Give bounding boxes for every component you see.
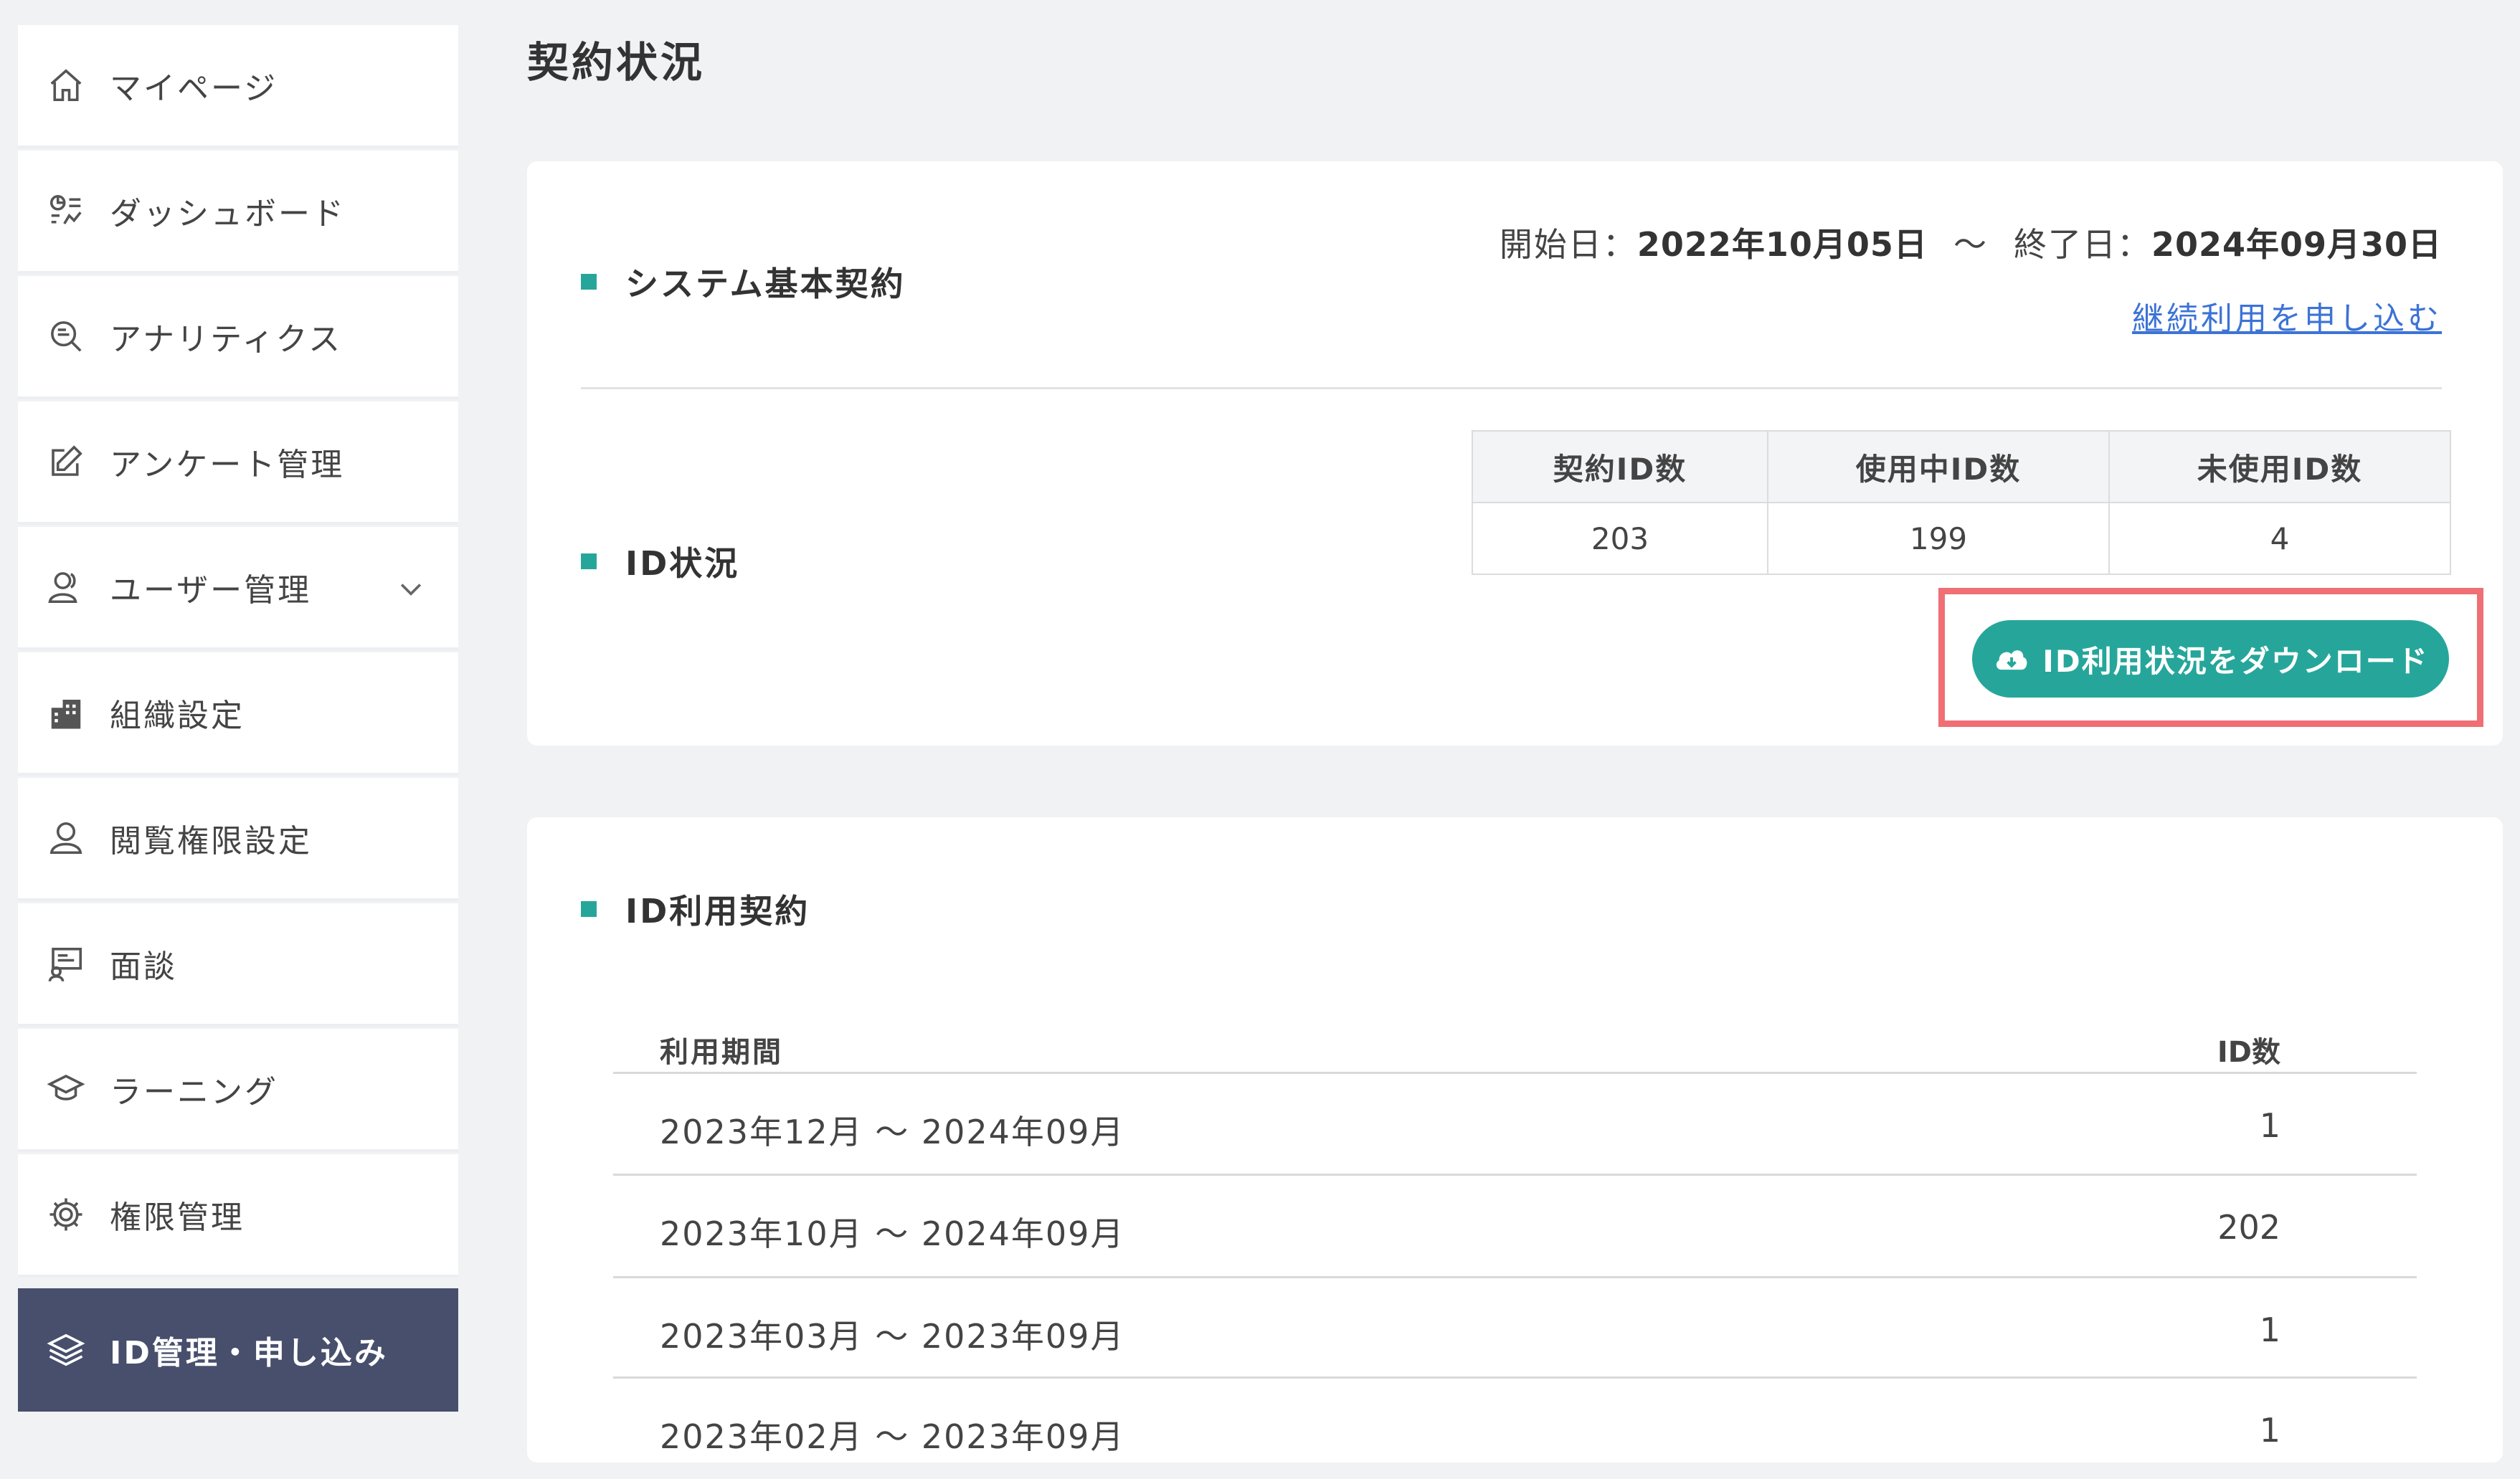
unused-ids-value: 4 xyxy=(2108,502,2451,575)
sidebar-item-permission-management[interactable]: 権限管理 xyxy=(18,1154,458,1278)
header-id-count: ID数 xyxy=(2217,1036,2280,1069)
sidebar-item-users[interactable]: ユーザー管理 xyxy=(18,527,458,650)
usage-count: 1 xyxy=(2259,1311,2280,1349)
sidebar-item-label: ダッシュボード xyxy=(110,196,346,232)
header-period: 利用期間 xyxy=(660,1036,783,1069)
table-row: 2023年10月 〜 2024年09月 202 xyxy=(613,1174,2417,1276)
building-icon xyxy=(45,692,87,733)
section-title: システム基本契約 xyxy=(625,265,906,303)
header-used-ids: 使用中ID数 xyxy=(1767,430,2110,503)
section-title: ID利用契約 xyxy=(625,892,810,931)
sidebar-item-survey[interactable]: アンケート管理 xyxy=(18,401,458,525)
table-row: 2023年03月 〜 2023年09月 1 xyxy=(613,1276,2417,1379)
start-label: 開始日： xyxy=(1499,225,1637,264)
sidebar-item-organization[interactable]: 組織設定 xyxy=(18,652,458,776)
id-usage-contract-card: ID利用契約 利用期間 ID数 2023年12月 〜 2024年09月 1 20… xyxy=(527,817,2503,1463)
section-bullet xyxy=(581,553,597,569)
end-date: 2024年09月30日 xyxy=(2151,225,2442,264)
usage-count: 202 xyxy=(2217,1208,2280,1247)
home-icon xyxy=(45,65,87,106)
users-icon xyxy=(45,566,87,608)
section-title: ID状況 xyxy=(625,544,740,583)
contract-ids-value: 203 xyxy=(1472,502,1768,575)
table-row: 2023年12月 〜 2024年09月 1 xyxy=(613,1072,2417,1174)
sidebar-item-label: 組織設定 xyxy=(110,698,245,734)
sidebar-item-mypage[interactable]: マイページ xyxy=(18,25,458,148)
end-label: 終了日： xyxy=(2013,225,2151,264)
used-ids-value: 199 xyxy=(1767,502,2110,575)
sidebar-item-label: アンケート管理 xyxy=(110,447,345,483)
usage-period: 2023年02月 〜 2023年09月 xyxy=(660,1417,1125,1456)
usage-period: 2023年12月 〜 2024年09月 xyxy=(660,1113,1125,1151)
chevron-down-icon[interactable] xyxy=(395,573,427,604)
usage-count: 1 xyxy=(2259,1411,2280,1450)
sidebar-item-label: ID管理・申し込み xyxy=(110,1335,388,1371)
sidebar-item-label: ユーザー管理 xyxy=(110,572,312,609)
table-row: 203 199 4 xyxy=(1472,502,2451,575)
id-status-table: 契約ID数 使用中ID数 未使用ID数 203 199 4 xyxy=(1472,430,2451,575)
header-contract-ids: 契約ID数 xyxy=(1472,430,1768,503)
sidebar-item-label: 面談 xyxy=(110,948,177,985)
person-icon xyxy=(45,817,87,859)
sidebar-item-learning[interactable]: ラーニング xyxy=(18,1029,458,1152)
gear-icon xyxy=(45,1194,87,1235)
sidebar-item-analytics[interactable]: アナリティクス xyxy=(18,276,458,399)
presentation-icon xyxy=(45,943,87,984)
usage-period: 2023年03月 〜 2023年09月 xyxy=(660,1317,1125,1356)
divider xyxy=(581,387,2442,389)
sidebar-item-label: マイページ xyxy=(110,70,278,107)
download-button-label: ID利用状況をダウンロード xyxy=(2042,643,2429,679)
cloud-download-icon xyxy=(1996,650,2027,670)
usage-table-header: 利用期間 ID数 xyxy=(613,993,2417,1072)
period-separator: 〜 xyxy=(1953,225,1988,264)
table-header-row: 契約ID数 使用中ID数 未使用ID数 xyxy=(1472,430,2451,503)
sidebar-item-view-permissions[interactable]: 閲覧権限設定 xyxy=(18,778,458,901)
renew-link[interactable]: 継続利用を申し込む xyxy=(2132,293,2442,338)
dashboard-icon xyxy=(45,190,87,232)
sidebar-item-label: 閲覧権限設定 xyxy=(110,823,312,860)
header-unused-ids: 未使用ID数 xyxy=(2108,430,2451,503)
usage-count: 1 xyxy=(2259,1106,2280,1145)
id-status-heading: ID状況 xyxy=(581,538,739,585)
sidebar-item-label: 権限管理 xyxy=(110,1199,245,1236)
sidebar-item-label: アナリティクス xyxy=(110,321,343,358)
id-usage-heading: ID利用契約 xyxy=(581,885,810,933)
graduation-cap-icon xyxy=(45,1068,87,1110)
sidebar-item-id-management[interactable]: ID管理・申し込み xyxy=(18,1288,458,1412)
section-bullet xyxy=(581,274,597,290)
analytics-search-icon xyxy=(45,315,87,357)
page-title: 契約状況 xyxy=(527,38,706,87)
section-bullet xyxy=(581,901,597,917)
contract-period: 開始日：2022年10月05日〜終了日：2024年09月30日 xyxy=(1500,219,2442,266)
start-date: 2022年10月05日 xyxy=(1636,225,1928,264)
usage-period: 2023年10月 〜 2024年09月 xyxy=(660,1214,1125,1253)
sidebar-item-dashboard[interactable]: ダッシュボード xyxy=(18,151,458,274)
table-row: 2023年02月 〜 2023年09月 1 xyxy=(613,1376,2417,1479)
layers-icon xyxy=(45,1329,87,1371)
download-id-usage-button[interactable]: ID利用状況をダウンロード xyxy=(1972,620,2449,698)
system-contract-heading: システム基本契約 xyxy=(581,258,906,305)
sidebar-item-label: ラーニング xyxy=(110,1074,278,1111)
sidebar-item-interview[interactable]: 面談 xyxy=(18,903,458,1027)
sidebar: マイページ ダッシュボード アナリティクス アンケート管理 ユーザー管理 組織設… xyxy=(0,0,459,1430)
edit-form-icon xyxy=(45,441,87,482)
